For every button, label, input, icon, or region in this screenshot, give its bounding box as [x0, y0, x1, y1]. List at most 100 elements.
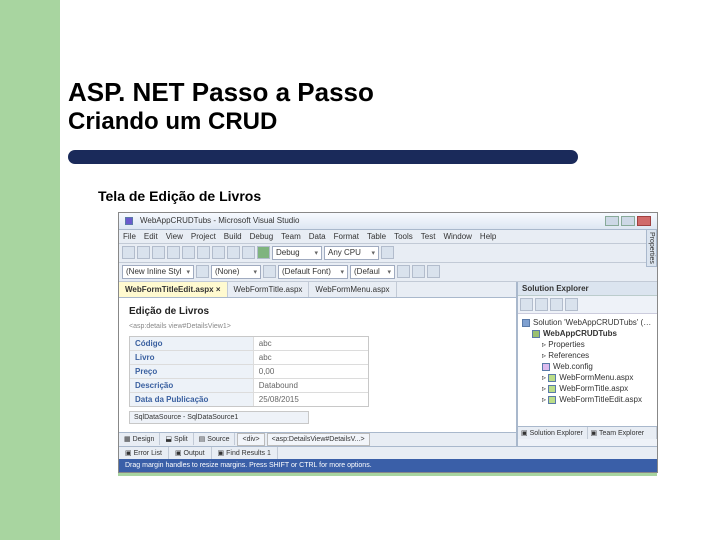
- formatting-toolbar: (New Inline Styl▾ (None)▾ (Default Font)…: [119, 263, 657, 282]
- new-project-icon[interactable]: [122, 246, 135, 259]
- minimize-button[interactable]: [605, 216, 619, 226]
- cut-icon[interactable]: [182, 246, 195, 259]
- decorative-green-band: [0, 0, 60, 540]
- tab-titleedit[interactable]: WebFormTitleEdit.aspx ×: [119, 282, 228, 297]
- window-title-text: WebAppCRUDTubs - Microsoft Visual Studio: [140, 216, 299, 225]
- config-dropdown[interactable]: Debug▾: [272, 246, 322, 260]
- slide-content: ASP. NET Passo a Passo Criando um CRUD T…: [68, 78, 698, 476]
- app-icon: [125, 217, 133, 225]
- find-icon[interactable]: [381, 246, 394, 259]
- table-row: Preço0,00: [130, 365, 368, 379]
- refresh-icon[interactable]: [550, 298, 563, 311]
- source-view-button[interactable]: ▤ Source: [194, 433, 236, 445]
- aspx-file-icon: [548, 385, 556, 393]
- menu-project[interactable]: Project: [191, 232, 216, 241]
- save-all-icon[interactable]: [167, 246, 180, 259]
- menu-build[interactable]: Build: [224, 232, 242, 241]
- title-underline: [68, 150, 578, 164]
- tree-item: ▹ WebFormTitle.aspx: [522, 383, 653, 394]
- screenshot-bottom-accent: [118, 473, 657, 476]
- table-row: DescriçãoDatabound: [130, 379, 368, 393]
- solution-explorer: Solution Explorer Solution 'WebAppCRUDTu…: [517, 282, 657, 446]
- table-row: Livroabc: [130, 351, 368, 365]
- undo-icon[interactable]: [227, 246, 240, 259]
- form-heading: Edição de Livros: [129, 306, 506, 317]
- paste-icon[interactable]: [212, 246, 225, 259]
- font-size-dropdown[interactable]: (Defaul▾: [350, 265, 395, 279]
- find-results-tab[interactable]: ▣ Find Results 1: [212, 447, 278, 459]
- table-row: Data da Publicação25/08/2015: [130, 393, 368, 406]
- solution-explorer-tab[interactable]: ▣ Solution Explorer: [518, 427, 588, 439]
- menu-data[interactable]: Data: [309, 232, 326, 241]
- solution-tree[interactable]: Solution 'WebAppCRUDTubs' (1 project) We…: [518, 314, 657, 426]
- design-view-button[interactable]: ▦ Design: [119, 433, 160, 445]
- details-view[interactable]: Códigoabc Livroabc Preço0,00 DescriçãoDa…: [129, 336, 369, 407]
- menu-debug[interactable]: Debug: [250, 232, 274, 241]
- slide-subtitle: Criando um CRUD: [68, 108, 698, 136]
- menu-help[interactable]: Help: [480, 232, 496, 241]
- show-all-icon[interactable]: [535, 298, 548, 311]
- menu-format[interactable]: Format: [334, 232, 359, 241]
- menu-file[interactable]: File: [123, 232, 136, 241]
- properties-icon[interactable]: [520, 298, 533, 311]
- solution-icon: [522, 319, 530, 327]
- tree-item: ▹ Properties: [522, 339, 653, 350]
- menu-table[interactable]: Table: [367, 232, 386, 241]
- tree-item: ▹ WebFormTitleEdit.aspx: [522, 394, 653, 405]
- menu-view[interactable]: View: [166, 232, 183, 241]
- window-controls: [605, 216, 651, 226]
- breadcrumb[interactable]: <asp:DetailsView#DetailsV...>: [267, 433, 370, 446]
- window-titlebar: WebAppCRUDTubs - Microsoft Visual Studio: [119, 213, 657, 230]
- content-area: WebFormTitleEdit.aspx × WebFormTitle.asp…: [119, 282, 657, 446]
- tab-title[interactable]: WebFormTitle.aspx: [228, 282, 310, 297]
- maximize-button[interactable]: [621, 216, 635, 226]
- visual-studio-window: Properties WebAppCRUDTubs - Microsoft Vi…: [118, 212, 658, 473]
- open-icon[interactable]: [137, 246, 150, 259]
- editor-pane: WebFormTitleEdit.aspx × WebFormTitle.asp…: [119, 282, 517, 446]
- section-heading: Tela de Edição de Livros: [98, 188, 698, 204]
- view-code-icon[interactable]: [565, 298, 578, 311]
- menu-window[interactable]: Window: [443, 232, 471, 241]
- standard-toolbar: Debug▾ Any CPU▾: [119, 244, 657, 263]
- menu-bar: File Edit View Project Build Debug Team …: [119, 230, 657, 244]
- document-tabs: WebFormTitleEdit.aspx × WebFormTitle.asp…: [119, 282, 516, 298]
- copy-icon[interactable]: [197, 246, 210, 259]
- underline-icon[interactable]: [427, 265, 440, 278]
- menu-team[interactable]: Team: [281, 232, 301, 241]
- side-footer: ▣ Solution Explorer ▣ Team Explorer: [518, 426, 657, 439]
- menu-edit[interactable]: Edit: [144, 232, 158, 241]
- design-surface[interactable]: Edição de Livros <asp:details view#Detai…: [119, 298, 516, 432]
- slide-title: ASP. NET Passo a Passo: [68, 78, 698, 108]
- menu-tools[interactable]: Tools: [394, 232, 413, 241]
- save-icon[interactable]: [152, 246, 165, 259]
- solution-explorer-header: Solution Explorer: [518, 282, 657, 296]
- bottom-tool-tabs: ▣ Error List ▣ Output ▣ Find Results 1: [119, 446, 657, 459]
- close-button[interactable]: [637, 216, 651, 226]
- font-family-dropdown[interactable]: (Default Font)▾: [278, 265, 348, 279]
- tree-item: ▹ WebFormMenu.aspx: [522, 372, 653, 383]
- apply-style-icon[interactable]: [196, 265, 209, 278]
- tab-menu[interactable]: WebFormMenu.aspx: [309, 282, 396, 297]
- breadcrumb[interactable]: <div>: [237, 433, 264, 446]
- target-rule-dropdown[interactable]: (None)▾: [211, 265, 261, 279]
- italic-icon[interactable]: [412, 265, 425, 278]
- bold-icon[interactable]: [397, 265, 410, 278]
- aspx-file-icon: [548, 396, 556, 404]
- control-caption: <asp:details view#DetailsView1>: [129, 323, 506, 330]
- menu-test[interactable]: Test: [421, 232, 436, 241]
- style-dropdown[interactable]: (New Inline Styl▾: [122, 265, 194, 279]
- start-debug-icon[interactable]: [257, 246, 270, 259]
- platform-dropdown[interactable]: Any CPU▾: [324, 246, 379, 260]
- sql-datasource[interactable]: SqlDataSource - SqlDataSource1: [129, 411, 309, 424]
- css-icon[interactable]: [263, 265, 276, 278]
- properties-side-tab[interactable]: Properties: [646, 229, 657, 267]
- redo-icon[interactable]: [242, 246, 255, 259]
- aspx-file-icon: [548, 374, 556, 382]
- tree-item: Web.config: [522, 361, 653, 372]
- tree-solution: Solution 'WebAppCRUDTubs' (1 project): [522, 317, 653, 328]
- error-list-tab[interactable]: ▣ Error List: [119, 447, 169, 459]
- solution-toolbar: [518, 296, 657, 314]
- split-view-button[interactable]: ⬓ Split: [160, 433, 193, 445]
- team-explorer-tab[interactable]: ▣ Team Explorer: [588, 427, 658, 439]
- output-tab[interactable]: ▣ Output: [169, 447, 212, 459]
